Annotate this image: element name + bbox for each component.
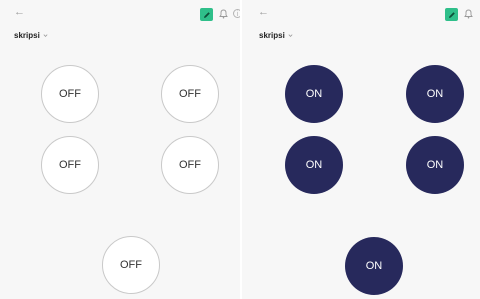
pencil-icon bbox=[203, 11, 210, 18]
dashboard-screen-on: ← skripsi ON ON ON ON ON bbox=[242, 0, 480, 299]
toggle-button-1[interactable]: ON bbox=[285, 65, 343, 123]
dashboard-screen-off: ← i skripsi OFF OFF OFF OFF OFF bbox=[0, 0, 242, 299]
chevron-down-icon bbox=[43, 34, 48, 37]
toggle-button-5[interactable]: OFF bbox=[102, 236, 160, 294]
top-bar: ← bbox=[242, 0, 480, 26]
project-selector[interactable]: skripsi bbox=[14, 31, 48, 40]
chevron-down-icon bbox=[288, 34, 293, 37]
toggle-button-3[interactable]: ON bbox=[285, 136, 343, 194]
bell-icon[interactable] bbox=[219, 9, 228, 19]
toggle-button-5[interactable]: ON bbox=[345, 237, 403, 295]
toggle-button-2[interactable]: OFF bbox=[161, 65, 219, 123]
toggle-button-3[interactable]: OFF bbox=[41, 136, 99, 194]
bell-icon[interactable] bbox=[464, 9, 473, 19]
toggle-button-4[interactable]: OFF bbox=[161, 136, 219, 194]
project-title: skripsi bbox=[14, 31, 40, 40]
pencil-icon bbox=[448, 11, 455, 18]
project-title: skripsi bbox=[259, 31, 285, 40]
project-selector[interactable]: skripsi bbox=[259, 31, 293, 40]
back-arrow-icon[interactable]: ← bbox=[258, 7, 269, 18]
toggle-button-4[interactable]: ON bbox=[406, 136, 464, 194]
top-bar: ← i bbox=[0, 0, 242, 26]
edit-button[interactable] bbox=[445, 8, 458, 21]
toggle-button-2[interactable]: ON bbox=[406, 65, 464, 123]
back-arrow-icon[interactable]: ← bbox=[14, 7, 25, 18]
toggle-button-1[interactable]: OFF bbox=[41, 65, 99, 123]
edit-button[interactable] bbox=[200, 8, 213, 21]
